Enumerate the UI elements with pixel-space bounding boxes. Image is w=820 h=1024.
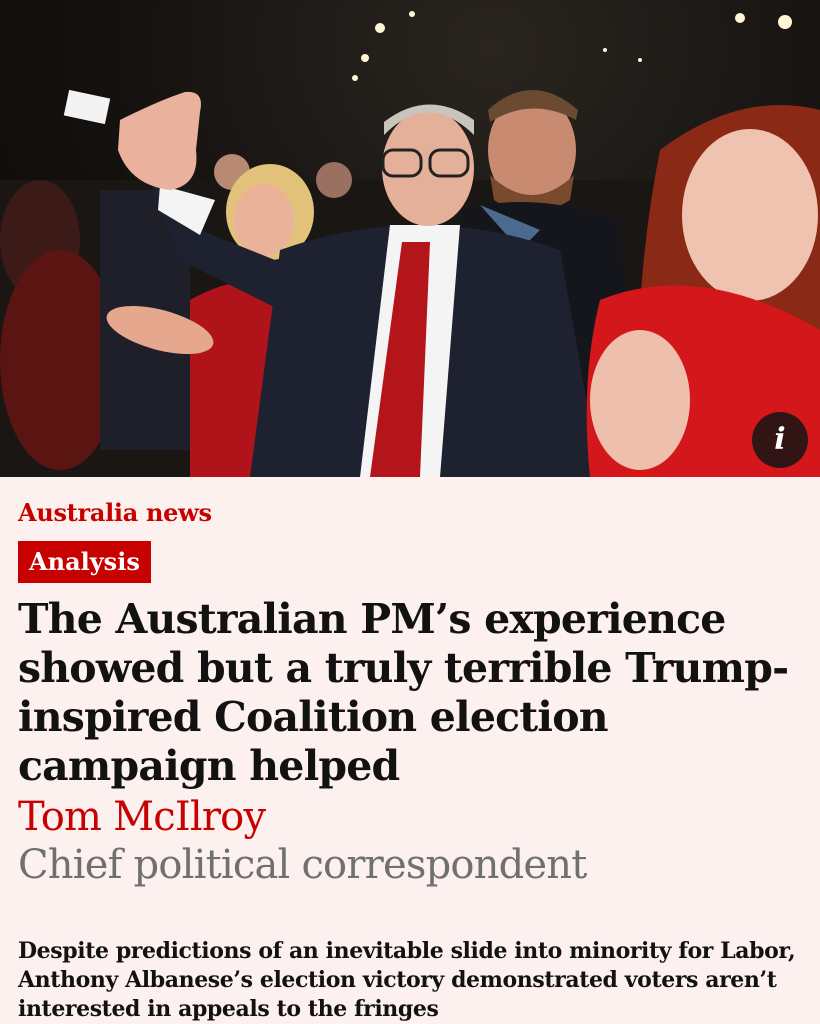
article-header: Australia news Analysis The Australian P…	[0, 499, 820, 1024]
analysis-badge: Analysis	[18, 541, 151, 583]
hero-photo: i	[0, 0, 820, 477]
headline: The Australian PM’s experience showed bu…	[18, 595, 789, 790]
info-icon[interactable]: i	[752, 412, 808, 468]
author-role: Chief political correspondent	[18, 842, 587, 888]
hero-image	[0, 11, 820, 477]
section-link[interactable]: Australia news	[18, 499, 802, 527]
author-name[interactable]: Tom McIlroy	[18, 793, 802, 841]
standfirst: Despite predictions of an inevitable sli…	[18, 938, 796, 1022]
